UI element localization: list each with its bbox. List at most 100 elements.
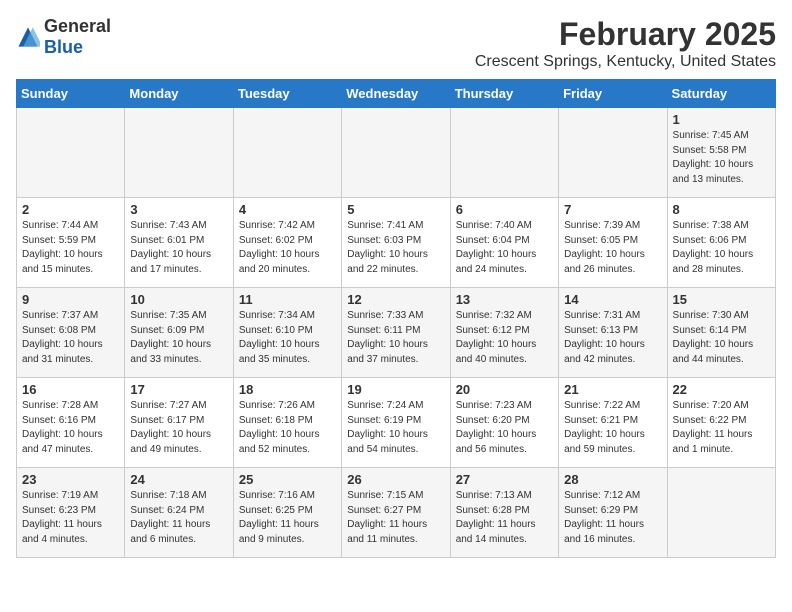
day-number: 12 — [347, 292, 444, 307]
weekday-header-wednesday: Wednesday — [342, 80, 450, 108]
logo-icon — [16, 25, 40, 49]
weekday-header-monday: Monday — [125, 80, 233, 108]
day-info: Sunrise: 7:35 AM Sunset: 6:09 PM Dayligh… — [130, 309, 227, 367]
calendar-week-row: 16 Sunrise: 7:28 AM Sunset: 6:16 PM Dayli… — [17, 378, 776, 468]
calendar-cell: 7 Sunrise: 7:39 AM Sunset: 6:05 PM Daylig… — [559, 198, 667, 288]
calendar-cell: 20 Sunrise: 7:23 AM Sunset: 6:20 PM Dayli… — [450, 378, 558, 468]
calendar-cell — [17, 108, 125, 198]
day-info: Sunrise: 7:12 AM Sunset: 6:29 PM Dayligh… — [564, 489, 661, 547]
day-info: Sunrise: 7:24 AM Sunset: 6:19 PM Dayligh… — [347, 399, 444, 457]
calendar-cell — [233, 108, 341, 198]
calendar-cell: 5Sunrise: 7:41 AM Sunset: 6:03 PM Daylig… — [342, 198, 450, 288]
day-info: Sunrise: 7:19 AM Sunset: 6:23 PM Dayligh… — [22, 489, 119, 547]
day-info: Sunrise: 7:33 AM Sunset: 6:11 PM Dayligh… — [347, 309, 444, 367]
day-info: Sunrise: 7:15 AM Sunset: 6:27 PM Dayligh… — [347, 489, 444, 547]
day-info: Sunrise: 7:38 AM Sunset: 6:06 PM Dayligh… — [673, 219, 770, 277]
day-number: 21 — [564, 382, 661, 397]
day-number: 7 — [564, 202, 661, 217]
day-number: 9 — [22, 292, 119, 307]
day-number: 4 — [239, 202, 336, 217]
calendar-cell: 28 Sunrise: 7:12 AM Sunset: 6:29 PM Dayli… — [559, 468, 667, 558]
day-info: Sunrise: 7:23 AM Sunset: 6:20 PM Dayligh… — [456, 399, 553, 457]
calendar-cell: 17 Sunrise: 7:27 AM Sunset: 6:17 PM Dayli… — [125, 378, 233, 468]
day-info: Sunrise: 7:31 AM Sunset: 6:13 PM Dayligh… — [564, 309, 661, 367]
calendar-cell: 12 Sunrise: 7:33 AM Sunset: 6:11 PM Dayli… — [342, 288, 450, 378]
day-number: 3 — [130, 202, 227, 217]
day-info: Sunrise: 7:27 AM Sunset: 6:17 PM Dayligh… — [130, 399, 227, 457]
calendar-week-row: 9 Sunrise: 7:37 AM Sunset: 6:08 PM Daylig… — [17, 288, 776, 378]
calendar-cell: 15 Sunrise: 7:30 AM Sunset: 6:14 PM Dayli… — [667, 288, 775, 378]
day-number: 17 — [130, 382, 227, 397]
logo-general: General — [44, 16, 111, 36]
calendar-cell: 6 Sunrise: 7:40 AM Sunset: 6:04 PM Daylig… — [450, 198, 558, 288]
calendar-cell: 11Sunrise: 7:34 AM Sunset: 6:10 PM Dayli… — [233, 288, 341, 378]
calendar-table: SundayMondayTuesdayWednesdayThursdayFrid… — [16, 79, 776, 558]
calendar-cell: 13 Sunrise: 7:32 AM Sunset: 6:12 PM Dayli… — [450, 288, 558, 378]
day-info: Sunrise: 7:26 AM Sunset: 6:18 PM Dayligh… — [239, 399, 336, 457]
weekday-header-friday: Friday — [559, 80, 667, 108]
day-info: Sunrise: 7:43 AM Sunset: 6:01 PM Dayligh… — [130, 219, 227, 277]
day-info: Sunrise: 7:40 AM Sunset: 6:04 PM Dayligh… — [456, 219, 553, 277]
day-number: 27 — [456, 472, 553, 487]
weekday-header-tuesday: Tuesday — [233, 80, 341, 108]
day-number: 14 — [564, 292, 661, 307]
day-number: 20 — [456, 382, 553, 397]
day-number: 28 — [564, 472, 661, 487]
calendar-week-row: 2 Sunrise: 7:44 AM Sunset: 5:59 PM Daylig… — [17, 198, 776, 288]
calendar-cell: 23 Sunrise: 7:19 AM Sunset: 6:23 PM Dayli… — [17, 468, 125, 558]
weekday-header-thursday: Thursday — [450, 80, 558, 108]
day-number: 18 — [239, 382, 336, 397]
day-number: 15 — [673, 292, 770, 307]
day-number: 8 — [673, 202, 770, 217]
day-info: Sunrise: 7:41 AM Sunset: 6:03 PM Dayligh… — [347, 219, 444, 277]
calendar-cell — [342, 108, 450, 198]
calendar-cell — [667, 468, 775, 558]
calendar-week-row: 23 Sunrise: 7:19 AM Sunset: 6:23 PM Dayli… — [17, 468, 776, 558]
day-info: Sunrise: 7:20 AM Sunset: 6:22 PM Dayligh… — [673, 399, 770, 457]
day-number: 13 — [456, 292, 553, 307]
calendar-cell: 26 Sunrise: 7:15 AM Sunset: 6:27 PM Dayli… — [342, 468, 450, 558]
calendar-cell — [559, 108, 667, 198]
day-info: Sunrise: 7:32 AM Sunset: 6:12 PM Dayligh… — [456, 309, 553, 367]
day-info: Sunrise: 7:39 AM Sunset: 6:05 PM Dayligh… — [564, 219, 661, 277]
calendar-cell: 16 Sunrise: 7:28 AM Sunset: 6:16 PM Dayli… — [17, 378, 125, 468]
day-number: 25 — [239, 472, 336, 487]
title-block: February 2025 Crescent Springs, Kentucky… — [475, 16, 776, 71]
day-info: Sunrise: 7:30 AM Sunset: 6:14 PM Dayligh… — [673, 309, 770, 367]
calendar-cell: 22 Sunrise: 7:20 AM Sunset: 6:22 PM Dayli… — [667, 378, 775, 468]
day-number: 11 — [239, 292, 336, 307]
weekday-header-saturday: Saturday — [667, 80, 775, 108]
calendar-cell: 14 Sunrise: 7:31 AM Sunset: 6:13 PM Dayli… — [559, 288, 667, 378]
day-number: 16 — [22, 382, 119, 397]
day-number: 1 — [673, 112, 770, 127]
calendar-cell — [125, 108, 233, 198]
calendar-cell: 18 Sunrise: 7:26 AM Sunset: 6:18 PM Dayli… — [233, 378, 341, 468]
day-number: 26 — [347, 472, 444, 487]
day-info: Sunrise: 7:42 AM Sunset: 6:02 PM Dayligh… — [239, 219, 336, 277]
day-number: 2 — [22, 202, 119, 217]
calendar-cell: 3 Sunrise: 7:43 AM Sunset: 6:01 PM Daylig… — [125, 198, 233, 288]
day-number: 23 — [22, 472, 119, 487]
day-number: 6 — [456, 202, 553, 217]
calendar-cell: 1 Sunrise: 7:45 AM Sunset: 5:58 PM Daylig… — [667, 108, 775, 198]
calendar-cell — [450, 108, 558, 198]
logo: General Blue — [16, 16, 111, 58]
day-info: Sunrise: 7:44 AM Sunset: 5:59 PM Dayligh… — [22, 219, 119, 277]
logo-blue: Blue — [44, 37, 83, 57]
day-info: Sunrise: 7:22 AM Sunset: 6:21 PM Dayligh… — [564, 399, 661, 457]
weekday-header-row: SundayMondayTuesdayWednesdayThursdayFrid… — [17, 80, 776, 108]
day-number: 22 — [673, 382, 770, 397]
calendar-cell: 8 Sunrise: 7:38 AM Sunset: 6:06 PM Daylig… — [667, 198, 775, 288]
calendar-cell: 4 Sunrise: 7:42 AM Sunset: 6:02 PM Daylig… — [233, 198, 341, 288]
header: General Blue February 2025 Crescent Spri… — [16, 16, 776, 71]
calendar-week-row: 1 Sunrise: 7:45 AM Sunset: 5:58 PM Daylig… — [17, 108, 776, 198]
month-title: February 2025 — [475, 16, 776, 53]
day-info: Sunrise: 7:28 AM Sunset: 6:16 PM Dayligh… — [22, 399, 119, 457]
day-info: Sunrise: 7:45 AM Sunset: 5:58 PM Dayligh… — [673, 129, 770, 187]
calendar-cell: 2 Sunrise: 7:44 AM Sunset: 5:59 PM Daylig… — [17, 198, 125, 288]
day-info: Sunrise: 7:16 AM Sunset: 6:25 PM Dayligh… — [239, 489, 336, 547]
calendar-cell: 10Sunrise: 7:35 AM Sunset: 6:09 PM Dayli… — [125, 288, 233, 378]
day-info: Sunrise: 7:37 AM Sunset: 6:08 PM Dayligh… — [22, 309, 119, 367]
calendar-cell: 9 Sunrise: 7:37 AM Sunset: 6:08 PM Daylig… — [17, 288, 125, 378]
day-info: Sunrise: 7:18 AM Sunset: 6:24 PM Dayligh… — [130, 489, 227, 547]
